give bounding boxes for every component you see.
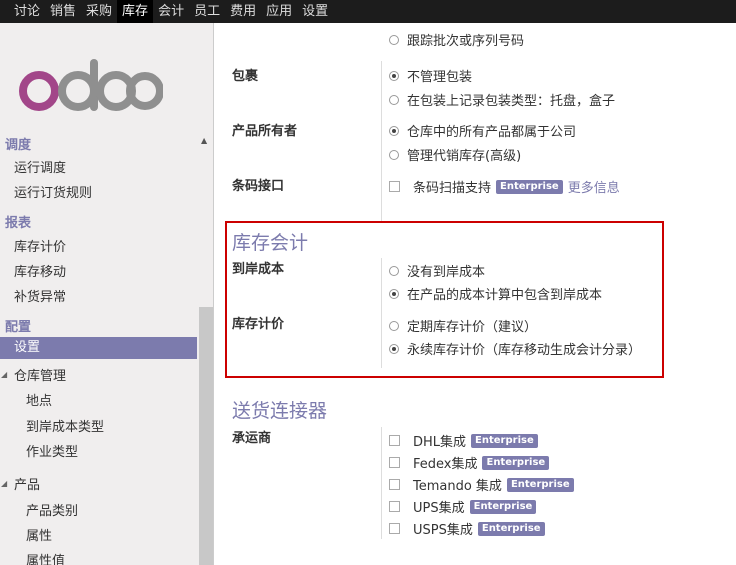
carrier-label: 承运商	[232, 431, 272, 446]
menu-item-warehouse-management[interactable]: 仓库管理	[14, 365, 66, 384]
radio-periodic-valuation[interactable]	[389, 320, 399, 331]
menu-item-attributes[interactable]: 属性	[26, 525, 52, 544]
valuation-label: 库存计价	[232, 317, 285, 332]
settings-content: 跟踪批次或序列号码 包裹 不管理包装 在包装上记录包装类型：托盘，盒子 产品所有…	[215, 23, 736, 565]
menu-item-product-categories[interactable]: 产品类别	[26, 500, 78, 519]
nav-item-expenses[interactable]: 费用	[225, 0, 261, 23]
option-usps[interactable]: USPS集成 Enterprise	[389, 519, 545, 538]
nav-item-employees[interactable]: 员工	[189, 0, 225, 23]
option-perpetual-valuation[interactable]: 永续库存计价（库存移动生成会计分录）	[389, 339, 641, 358]
menu-section-reports: 报表	[5, 216, 32, 231]
menu-section-configuration: 配置	[5, 320, 32, 335]
caret-down-icon[interactable]: ◢	[1, 479, 7, 488]
checkbox-ups[interactable]	[389, 501, 400, 512]
landed-cost-label: 到岸成本	[232, 262, 285, 277]
enterprise-badge: Enterprise	[471, 433, 538, 448]
divider	[381, 427, 382, 539]
checkbox-fedex[interactable]	[389, 457, 400, 468]
option-label: 永续库存计价（库存移动生成会计分录）	[407, 343, 642, 358]
scroll-up-arrow-icon[interactable]: ▲	[201, 136, 207, 145]
radio-consignment[interactable]	[389, 149, 399, 160]
nav-item-sales[interactable]: 销售	[45, 0, 81, 23]
enterprise-badge: Enterprise	[477, 521, 545, 536]
option-consignment[interactable]: 管理代销库存(高级)	[389, 145, 521, 164]
nav-item-discuss[interactable]: 讨论	[9, 0, 45, 23]
option-label: 在产品的成本计算中包含到岸成本	[407, 288, 603, 303]
product-owner-label: 产品所有者	[232, 124, 298, 139]
divider	[381, 258, 382, 368]
caret-down-icon[interactable]: ◢	[1, 370, 7, 379]
option-periodic-valuation[interactable]: 定期库存计价（建议）	[389, 316, 537, 335]
option-label: 在包装上记录包装类型：托盘，盒子	[407, 94, 616, 109]
menu-item-attribute-values[interactable]: 属性值	[26, 550, 65, 565]
menu-item-run-reordering[interactable]: 运行订货规则	[14, 182, 92, 201]
radio-include-landed-cost[interactable]	[389, 288, 399, 299]
menu-item-landed-cost-types[interactable]: 到岸成本类型	[26, 416, 104, 435]
option-dhl[interactable]: DHL集成 Enterprise	[389, 431, 538, 450]
option-label: 管理代销库存(高级)	[407, 149, 522, 164]
menu-item-run-scheduler[interactable]: 运行调度	[14, 157, 66, 176]
option-include-landed-cost[interactable]: 在产品的成本计算中包含到岸成本	[389, 284, 602, 303]
option-label: USPS集成	[413, 523, 473, 538]
option-label: 仓库中的所有产品都属于公司	[407, 125, 577, 140]
nav-item-purchase[interactable]: 采购	[81, 0, 117, 23]
radio-record-packaging[interactable]	[389, 94, 399, 105]
radio-lot-serial[interactable]	[389, 34, 399, 45]
option-label: Temando 集成	[413, 479, 502, 494]
packaging-label: 包裹	[232, 69, 259, 84]
radio-no-landed-cost[interactable]	[389, 265, 399, 276]
option-label: DHL集成	[413, 435, 467, 450]
option-barcode-scanner[interactable]: 条码扫描支持 Enterprise 更多信息	[389, 177, 620, 196]
enterprise-badge: Enterprise	[506, 477, 574, 492]
radio-company-owned[interactable]	[389, 125, 399, 136]
option-no-landed-cost[interactable]: 没有到岸成本	[389, 261, 485, 280]
checkbox-barcode[interactable]	[389, 181, 400, 192]
option-temando[interactable]: Temando 集成 Enterprise	[389, 475, 574, 494]
sidebar: odoo ▲ 调度 运行调度 运行订货规则 报表 库存计价 库存移动 补货异常 …	[0, 23, 214, 565]
menu-item-locations[interactable]: 地点	[26, 390, 52, 409]
radio-perpetual-valuation[interactable]	[389, 343, 399, 354]
menu-item-operation-types[interactable]: 作业类型	[26, 441, 78, 460]
option-company-owned[interactable]: 仓库中的所有产品都属于公司	[389, 121, 576, 140]
odoo-logo[interactable]: odoo	[19, 55, 163, 123]
option-label: Fedex集成	[413, 457, 478, 472]
sidebar-scrollbar[interactable]	[199, 307, 213, 565]
nav-item-accounting[interactable]: 会计	[153, 0, 189, 23]
barcode-label: 条码接口	[232, 179, 285, 194]
radio-no-packaging[interactable]	[389, 70, 399, 81]
option-record-packaging[interactable]: 在包装上记录包装类型：托盘，盒子	[389, 90, 615, 109]
option-no-packaging[interactable]: 不管理包装	[389, 66, 472, 85]
option-ups[interactable]: UPS集成 Enterprise	[389, 497, 537, 516]
option-label: 不管理包装	[407, 70, 473, 85]
nav-item-apps[interactable]: 应用	[261, 0, 297, 23]
option-fedex[interactable]: Fedex集成 Enterprise	[389, 453, 550, 472]
menu-item-procurement-exceptions[interactable]: 补货异常	[14, 286, 66, 305]
more-info-link[interactable]: 更多信息	[568, 177, 620, 196]
checkbox-dhl[interactable]	[389, 435, 400, 446]
section-title-accounting: 库存会计	[232, 232, 309, 254]
enterprise-badge: Enterprise	[496, 179, 563, 194]
nav-item-settings[interactable]: 设置	[297, 0, 333, 23]
divider	[381, 61, 382, 221]
option-label: 没有到岸成本	[407, 265, 486, 280]
option-label: 条码扫描支持	[413, 181, 492, 196]
menu-section-scheduling: 调度	[5, 138, 32, 153]
logo-text: odoo	[19, 55, 22, 56]
option-label: 跟踪批次或序列号码	[407, 34, 525, 49]
option-label: UPS集成	[413, 501, 465, 516]
menu-item-inventory-valuation[interactable]: 库存计价	[14, 236, 66, 255]
menu-item-stock-moves[interactable]: 库存移动	[14, 261, 66, 280]
option-lot-serial[interactable]: 跟踪批次或序列号码	[389, 30, 524, 49]
checkbox-temando[interactable]	[389, 479, 400, 490]
option-label: 定期库存计价（建议）	[407, 320, 538, 335]
enterprise-badge: Enterprise	[482, 455, 550, 470]
menu-item-products[interactable]: 产品	[14, 474, 40, 493]
menu-item-settings[interactable]: 设置	[0, 337, 197, 359]
enterprise-badge: Enterprise	[469, 499, 537, 514]
checkbox-usps[interactable]	[389, 523, 400, 534]
nav-item-inventory[interactable]: 库存	[117, 0, 154, 23]
top-navbar: 讨论 销售 采购 库存 会计 员工 费用 应用 设置	[0, 0, 736, 23]
section-title-shipping: 送货连接器	[232, 400, 328, 422]
